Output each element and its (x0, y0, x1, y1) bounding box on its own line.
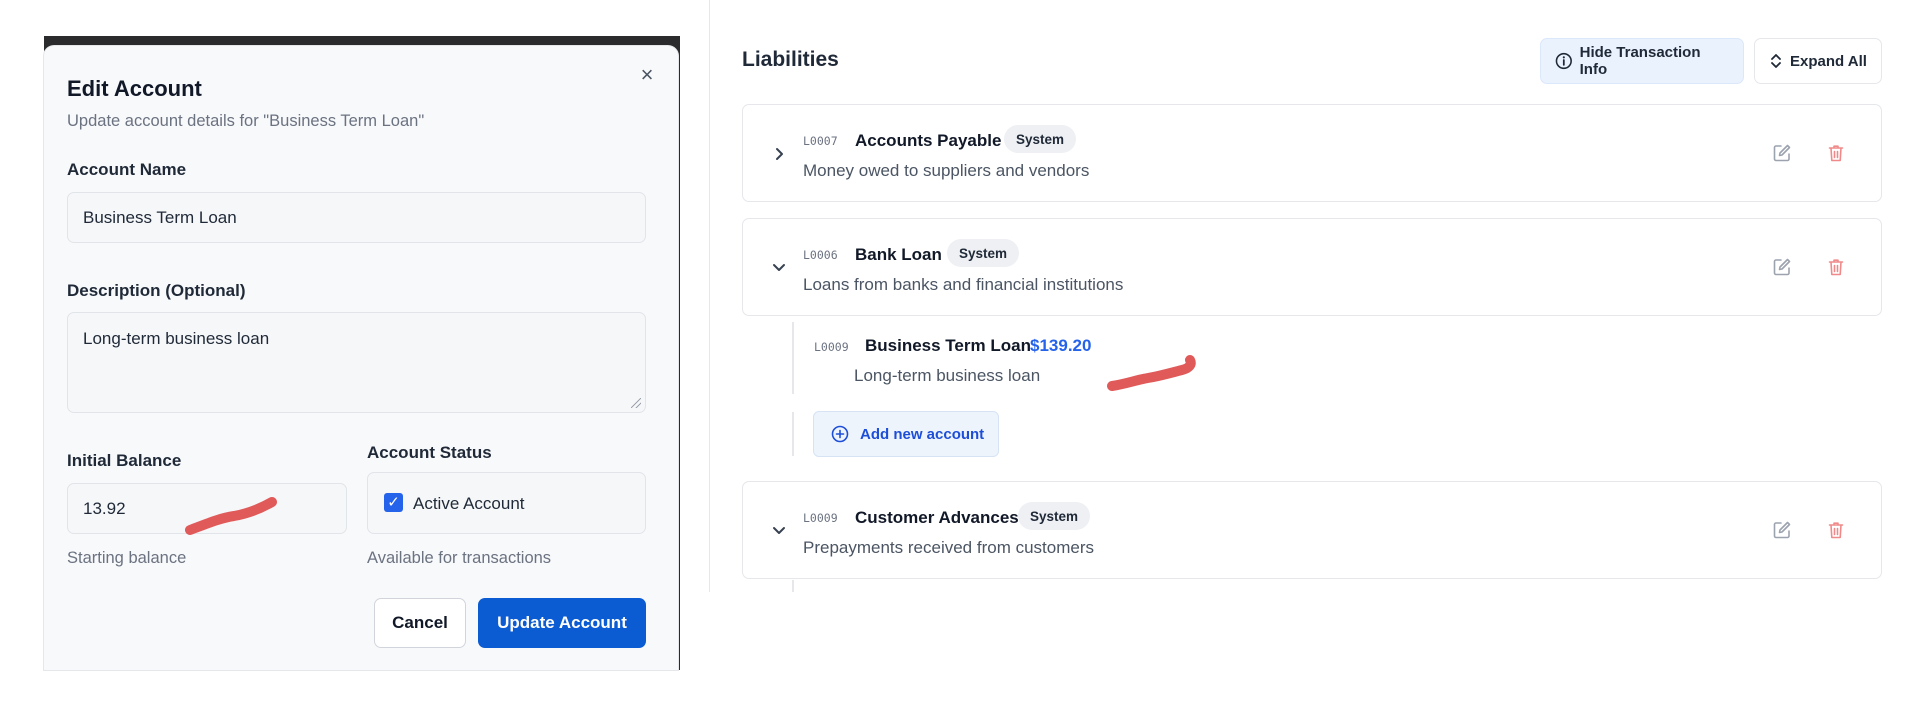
edit-icon[interactable] (1772, 520, 1792, 540)
dialog-title: Edit Account (67, 76, 202, 101)
initial-balance-hint: Starting balance (67, 549, 187, 567)
active-account-label[interactable]: Active Account (413, 494, 525, 514)
account-name-label: Account Name (67, 160, 187, 179)
initial-balance-value: 13.92 (83, 498, 126, 518)
account-description: Money owed to suppliers and vendors (803, 161, 1090, 180)
section-title: Liabilities (742, 48, 839, 71)
hide-transaction-info-button[interactable]: Hide Transaction Info (1540, 38, 1744, 84)
description-textarea[interactable]: Long-term business loan (67, 312, 646, 413)
edit-icon[interactable] (1772, 257, 1792, 277)
resize-handle-icon[interactable] (631, 398, 641, 408)
delete-icon[interactable] (1826, 520, 1846, 540)
chevron-down-icon[interactable] (771, 259, 787, 275)
description-label: Description (Optional) (67, 281, 246, 300)
child-account-code: L0009 (814, 340, 849, 354)
system-badge: System (1018, 502, 1091, 530)
add-new-account-button[interactable]: Add new account (813, 411, 999, 457)
account-name-input[interactable]: Business Term Loan (67, 192, 646, 243)
account-card-accounts-payable[interactable]: L0007 Accounts Payable System Money owed… (742, 104, 1882, 202)
account-name-value: Business Term Loan (83, 207, 237, 227)
active-account-checkbox[interactable]: ✓ (384, 493, 403, 512)
system-badge: System (1004, 125, 1077, 153)
account-code: L0006 (803, 248, 838, 262)
add-new-account-label: Add new account (860, 425, 985, 443)
child-account-description: Long-term business loan (854, 366, 1041, 385)
account-code: L0009 (803, 511, 838, 525)
description-value: Long-term business loan (83, 329, 270, 348)
expand-all-button[interactable]: Expand All (1754, 38, 1882, 84)
account-status-label: Account Status (367, 443, 492, 462)
account-name: Bank Loan (855, 245, 942, 264)
plus-circle-icon (831, 425, 849, 443)
account-name: Accounts Payable (855, 131, 1002, 150)
close-icon[interactable]: × (638, 64, 656, 86)
hide-transaction-info-label: Hide Transaction Info (1579, 44, 1701, 78)
system-badge: System (947, 239, 1020, 267)
edit-icon[interactable] (1772, 143, 1792, 163)
annotation-scribble (185, 497, 277, 535)
chevron-down-icon[interactable] (771, 522, 787, 538)
delete-icon[interactable] (1826, 257, 1846, 277)
info-icon (1555, 52, 1572, 70)
child-account-name[interactable]: Business Term Loan (865, 336, 1031, 356)
tree-connector (792, 412, 794, 456)
account-status-hint: Available for transactions (367, 549, 552, 567)
account-name: Customer Advances (855, 508, 1019, 527)
account-card-bank-loan[interactable]: L0006 Bank Loan System Loans from banks … (742, 218, 1882, 316)
delete-icon[interactable] (1826, 143, 1846, 163)
chevron-right-icon[interactable] (771, 146, 787, 162)
update-account-button[interactable]: Update Account (478, 598, 646, 648)
account-card-customer-advances[interactable]: L0009 Customer Advances System Prepaymen… (742, 481, 1882, 579)
cancel-button[interactable]: Cancel (374, 598, 466, 648)
dialog-subtitle: Update account details for "Business Ter… (67, 112, 425, 130)
chevrons-up-down-icon (1771, 54, 1781, 68)
tree-connector (792, 322, 794, 394)
child-account-balance: $139.20 (1030, 336, 1092, 355)
expand-all-label: Expand All (1790, 52, 1867, 70)
account-description: Loans from banks and financial instituti… (803, 275, 1124, 294)
account-code: L0007 (803, 134, 838, 148)
tree-connector (792, 580, 794, 592)
panel-divider (709, 0, 710, 592)
account-description: Prepayments received from customers (803, 538, 1094, 557)
initial-balance-label: Initial Balance (67, 451, 182, 470)
annotation-scribble (1107, 355, 1196, 391)
